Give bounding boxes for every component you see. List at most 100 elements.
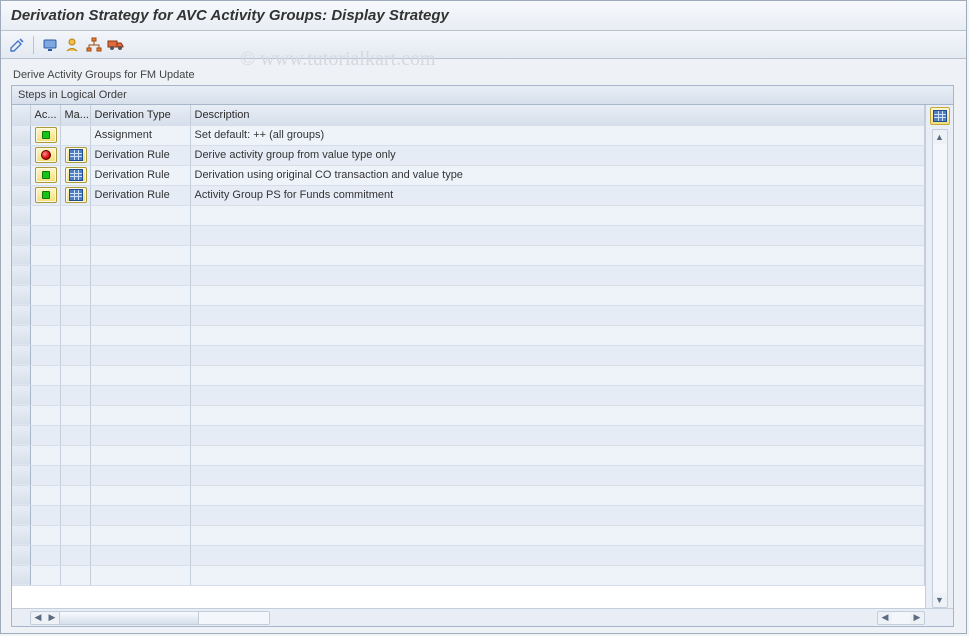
hscroll-track[interactable] [199, 612, 269, 624]
table-row[interactable]: Derivation RuleDerivation using original… [12, 165, 925, 185]
maint-matrix-icon [69, 169, 83, 181]
user-button[interactable] [62, 35, 82, 55]
cell-active[interactable] [30, 185, 60, 205]
app-window: Derivation Strategy for AVC Activity Gro… [0, 0, 967, 634]
cell-type[interactable]: Derivation Rule [90, 165, 190, 185]
table-row-empty[interactable] [12, 565, 925, 585]
cell-desc[interactable]: Set default: ++ (all groups) [190, 125, 925, 145]
row-selector[interactable] [12, 125, 30, 145]
row-selector[interactable] [12, 285, 30, 305]
table-row-empty[interactable] [12, 505, 925, 525]
scroll-right-arrow-2[interactable]: ▶ [910, 612, 924, 624]
cell-maint[interactable] [60, 125, 90, 145]
cell-desc[interactable]: Derive activity group from value type on… [190, 145, 925, 165]
grid-title: Steps in Logical Order [12, 86, 953, 105]
table-row-empty[interactable] [12, 465, 925, 485]
cell-desc[interactable]: Derivation using original CO transaction… [190, 165, 925, 185]
row-selector[interactable] [12, 445, 30, 465]
status-green-icon [42, 191, 50, 199]
table-row-empty[interactable] [12, 305, 925, 325]
row-selector[interactable] [12, 185, 30, 205]
row-selector[interactable] [12, 245, 30, 265]
row-selector[interactable] [12, 565, 30, 585]
table-row-empty[interactable] [12, 265, 925, 285]
vertical-scrollbar[interactable]: ▲ ▼ [932, 129, 948, 608]
row-selector[interactable] [12, 305, 30, 325]
row-selector[interactable] [12, 485, 30, 505]
table-row-empty[interactable] [12, 405, 925, 425]
horizontal-scrollbar-right[interactable]: ◀ ▶ [877, 611, 925, 625]
table-row-empty[interactable] [12, 485, 925, 505]
scroll-up-arrow[interactable]: ▲ [933, 130, 947, 144]
table-row-empty[interactable] [12, 245, 925, 265]
cell-maint[interactable] [60, 145, 90, 165]
table-row-empty[interactable] [12, 325, 925, 345]
table-row[interactable]: Derivation RuleDerive activity group fro… [12, 145, 925, 165]
cell-maint[interactable] [60, 165, 90, 185]
table-row-empty[interactable] [12, 225, 925, 245]
col-header-desc[interactable]: Description [190, 105, 925, 125]
row-selector[interactable] [12, 225, 30, 245]
row-selector[interactable] [12, 145, 30, 165]
cell-active[interactable] [30, 165, 60, 185]
row-selector[interactable] [12, 205, 30, 225]
row-selector[interactable] [12, 385, 30, 405]
table-row-empty[interactable] [12, 445, 925, 465]
row-selector[interactable] [12, 545, 30, 565]
hierarchy-button[interactable] [84, 35, 104, 55]
table-row-empty[interactable] [12, 285, 925, 305]
table-row-empty[interactable] [12, 545, 925, 565]
vscroll-track[interactable] [933, 144, 947, 593]
row-selector[interactable] [12, 265, 30, 285]
table-row-empty[interactable] [12, 425, 925, 445]
table-row[interactable]: Derivation RuleActivity Group PS for Fun… [12, 185, 925, 205]
hierarchy-icon [86, 37, 102, 53]
row-selector[interactable] [12, 165, 30, 185]
toggle-edit-button[interactable] [7, 35, 27, 55]
row-selector[interactable] [12, 345, 30, 365]
scroll-left-arrow[interactable]: ◀ [31, 612, 45, 624]
cell-type[interactable]: Assignment [90, 125, 190, 145]
transport-button[interactable] [106, 35, 126, 55]
hscroll-thumb[interactable] [59, 612, 199, 624]
table-header-row: Ac... Ma... Derivation Type Description [12, 105, 925, 125]
row-selector-header[interactable] [12, 105, 30, 125]
col-header-maint[interactable]: Ma... [60, 105, 90, 125]
table-row-empty[interactable] [12, 205, 925, 225]
col-header-type[interactable]: Derivation Type [90, 105, 190, 125]
strategy-caption: Derive Activity Groups for FM Update [13, 69, 954, 81]
cell-maint[interactable] [60, 185, 90, 205]
row-selector[interactable] [12, 465, 30, 485]
row-selector[interactable] [12, 405, 30, 425]
cell-type[interactable]: Derivation Rule [90, 145, 190, 165]
row-selector[interactable] [12, 505, 30, 525]
page-title: Derivation Strategy for AVC Activity Gro… [1, 1, 966, 31]
display-icon [42, 37, 58, 53]
col-header-active[interactable]: Ac... [30, 105, 60, 125]
row-selector[interactable] [12, 425, 30, 445]
cell-active[interactable] [30, 145, 60, 165]
scroll-right-arrow[interactable]: ▶ [45, 612, 59, 624]
cell-type[interactable]: Derivation Rule [90, 185, 190, 205]
pencil-icon [9, 37, 25, 53]
row-selector[interactable] [12, 365, 30, 385]
table-row-empty[interactable] [12, 365, 925, 385]
row-selector[interactable] [12, 325, 30, 345]
display-button[interactable] [40, 35, 60, 55]
hscroll-area: ◀ ▶ ◀ ▶ [12, 608, 953, 626]
configure-columns-button[interactable] [930, 107, 950, 125]
cell-active[interactable] [30, 125, 60, 145]
cell-desc[interactable]: Activity Group PS for Funds commitment [190, 185, 925, 205]
user-icon [64, 37, 80, 53]
table-row-empty[interactable] [12, 525, 925, 545]
scroll-left-arrow-2[interactable]: ◀ [878, 612, 892, 624]
scroll-down-arrow[interactable]: ▼ [933, 593, 947, 607]
horizontal-scrollbar-left[interactable]: ◀ ▶ [30, 611, 270, 625]
row-selector[interactable] [12, 525, 30, 545]
table-config-icon [933, 110, 947, 122]
grid-right-rail: ▲ ▼ [925, 105, 953, 608]
table-row[interactable]: AssignmentSet default: ++ (all groups) [12, 125, 925, 145]
hscroll-track-2[interactable] [892, 612, 910, 624]
table-row-empty[interactable] [12, 345, 925, 365]
table-row-empty[interactable] [12, 385, 925, 405]
